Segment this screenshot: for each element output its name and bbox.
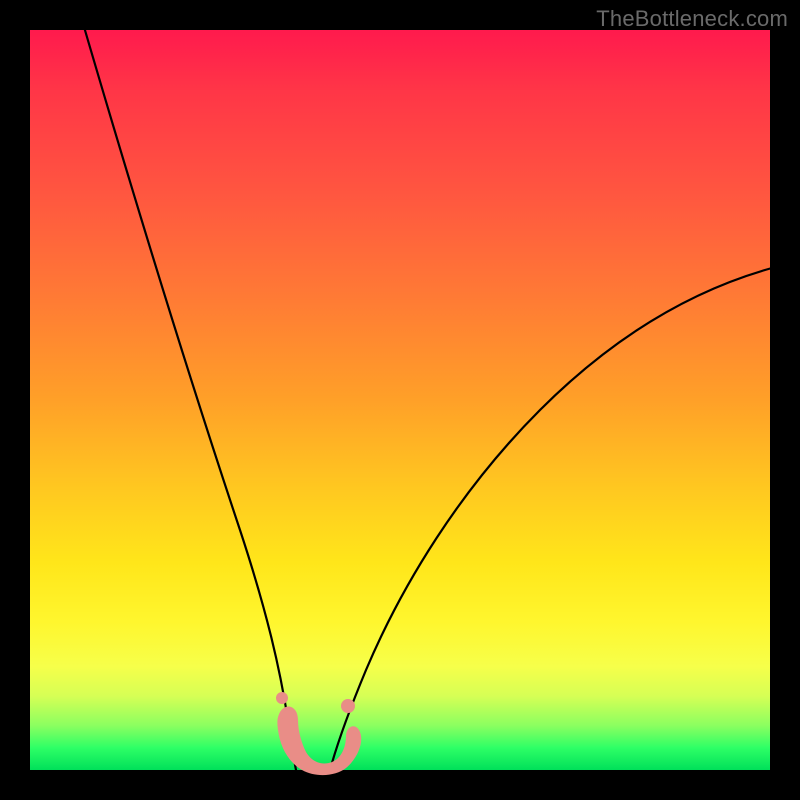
- curve-layer: [30, 30, 770, 770]
- marker-dot-left-1: [276, 692, 288, 704]
- watermark-text: TheBottleneck.com: [596, 6, 788, 32]
- marker-dot-left-2: [282, 710, 294, 722]
- right-curve: [330, 268, 772, 770]
- plot-area: [30, 30, 770, 770]
- marker-dot: [341, 699, 355, 713]
- left-curve: [82, 20, 296, 770]
- outer-frame: TheBottleneck.com: [0, 0, 800, 800]
